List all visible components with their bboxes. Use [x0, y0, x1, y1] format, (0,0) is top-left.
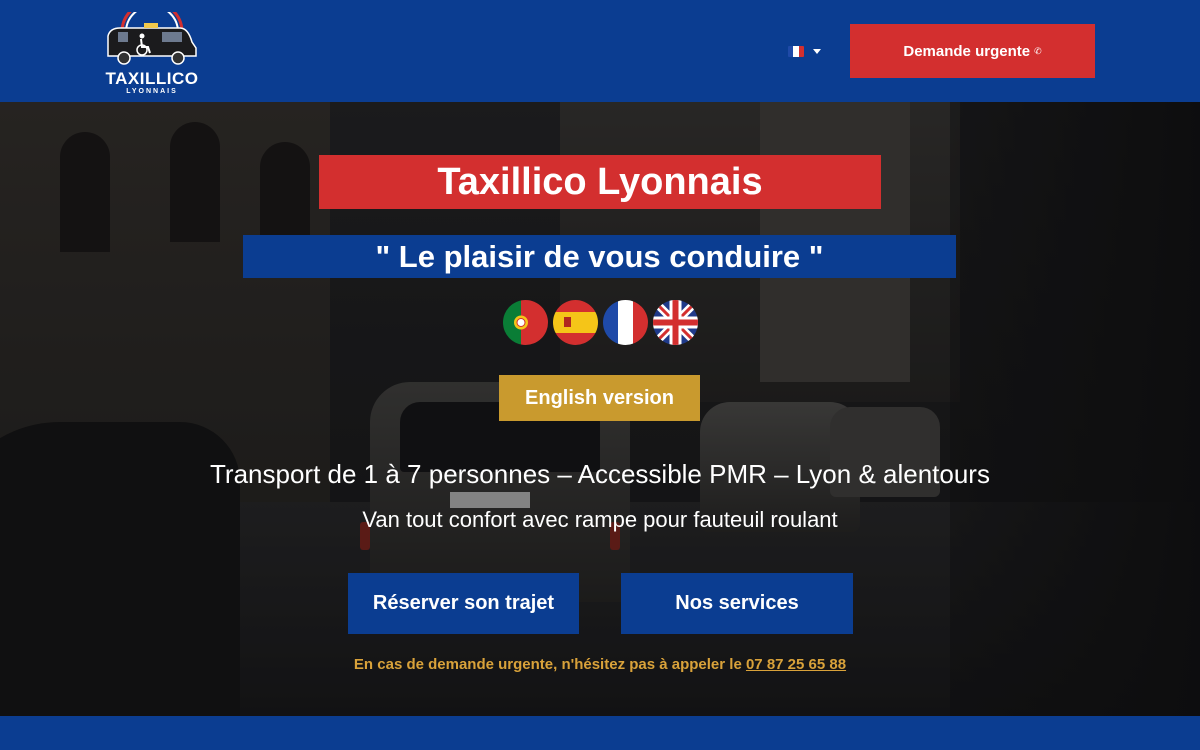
reserve-trip-button[interactable]: Réserver son trajet — [348, 573, 579, 634]
logo-title: TAXILLICO — [105, 69, 199, 88]
english-version-button[interactable]: English version — [499, 375, 700, 421]
logo-subtitle: LYONNAIS — [126, 88, 178, 95]
urgent-request-label: Demande urgente — [903, 42, 1031, 60]
site-header: TAXILLICO LYONNAIS Demande urgente ✆ — [0, 0, 1200, 102]
phone-link[interactable]: 07 87 25 65 88 — [746, 656, 846, 673]
hero-tagline: Transport de 1 à 7 personnes – Accessibl… — [210, 459, 990, 489]
hero-subtagline: Van tout confort avec rampe pour fauteui… — [362, 507, 838, 532]
phone-icon: ✆ — [1034, 45, 1042, 56]
hero-section: Taxillico Lyonnais " Le plaisir de vous … — [0, 102, 1200, 716]
urgent-call-note: En cas de demande urgente, n'hésitez pas… — [100, 656, 1100, 673]
hero-slogan: " Le plaisir de vous conduire " — [243, 235, 956, 278]
footer-strip — [0, 716, 1200, 750]
fr-flag-icon — [788, 45, 804, 57]
hero-title: Taxillico Lyonnais — [319, 155, 881, 209]
urgent-request-button[interactable]: Demande urgente ✆ — [850, 24, 1095, 78]
language-flags — [503, 300, 698, 346]
chevron-down-icon — [813, 48, 821, 54]
es-flag-icon[interactable] — [553, 300, 598, 345]
wheelchair-van-icon — [107, 12, 197, 65]
gb-flag-icon[interactable] — [653, 300, 698, 345]
pt-flag-icon[interactable] — [503, 300, 548, 345]
logo[interactable]: TAXILLICO LYONNAIS — [104, 12, 200, 96]
fr-flag-icon[interactable] — [603, 300, 648, 345]
urgent-call-text: En cas de demande urgente, n'hésitez pas… — [353, 656, 746, 673]
services-button[interactable]: Nos services — [621, 573, 853, 634]
language-selector[interactable] — [788, 42, 828, 60]
